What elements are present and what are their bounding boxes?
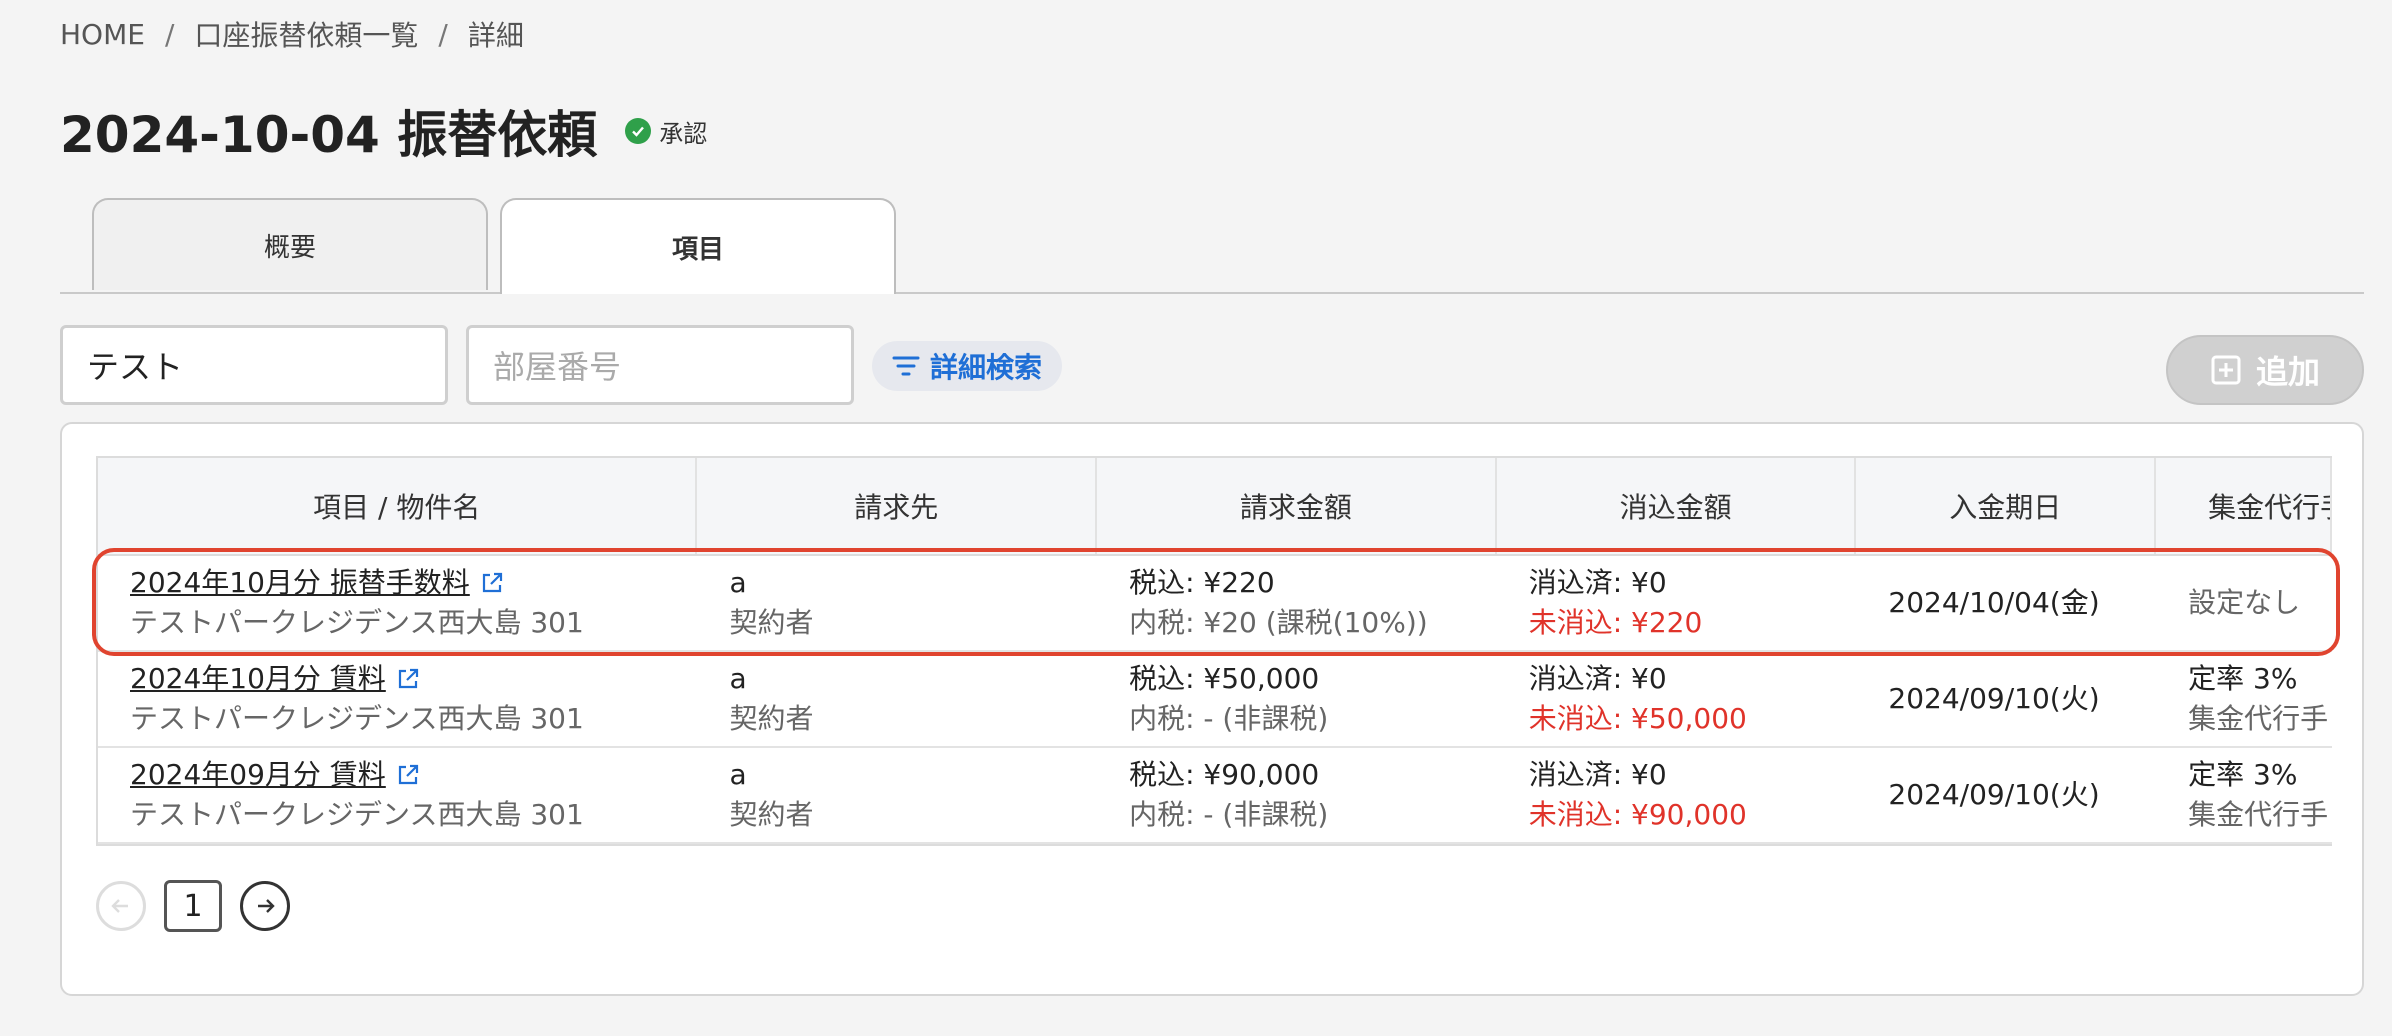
check-circle-icon — [625, 118, 652, 144]
column-header: 入金期日 — [1856, 458, 2157, 554]
arrow-right-icon — [258, 899, 275, 913]
breadcrumb-home[interactable]: HOME — [60, 18, 145, 51]
agency-fee: 定率 3% — [2188, 662, 2298, 695]
breadcrumb-list[interactable]: 口座振替依頼一覧 — [194, 14, 418, 54]
column-header: 請求金額 — [1097, 458, 1497, 554]
external-link-icon[interactable] — [480, 571, 504, 595]
external-link-icon[interactable] — [396, 763, 420, 787]
table-row[interactable]: 2024年09月分 賃料 テストパークレジデンス西大島 301 a 契約者 税込… — [98, 748, 2332, 844]
agency-fee: 設定なし — [2188, 586, 2301, 619]
tax-amount: 内税: - (非課税) — [1129, 798, 1329, 831]
cleared-amount: 消込済: ¥0 — [1528, 662, 1667, 695]
due-date: 2024/10/04(金) — [1888, 586, 2100, 619]
cleared-cell: 消込済: ¥0 未消込: ¥220 — [1497, 556, 1857, 650]
billed-cell: 税込: ¥50,000 内税: - (非課税) — [1097, 652, 1497, 746]
status-label: 承認 — [659, 119, 708, 148]
agency-cell: 定率 3% 集金代行手 — [2156, 652, 2332, 746]
billed-amount: 税込: ¥220 — [1129, 566, 1275, 599]
page-title: 2024-10-04 振替依頼 — [60, 106, 598, 164]
title-row: 2024-10-04 振替依頼 承認 — [60, 95, 707, 167]
item-link[interactable]: 2024年09月分 賃料 — [130, 755, 697, 795]
item-link[interactable]: 2024年10月分 振替手数料 — [130, 563, 697, 603]
status-badge: 承認 — [625, 114, 707, 149]
breadcrumb-separator: / — [438, 17, 448, 51]
detail-search-button[interactable]: 詳細検索 — [872, 341, 1063, 391]
tab-items[interactable]: 項目 — [500, 198, 896, 294]
item-name[interactable]: 2024年10月分 振替手数料 — [130, 563, 470, 603]
agency-fee-sub: 集金代行手 — [2188, 798, 2329, 831]
payer-name: a — [729, 758, 747, 791]
item-link[interactable]: 2024年10月分 賃料 — [130, 659, 697, 699]
agency-fee: 定率 3% — [2188, 758, 2298, 791]
tax-amount: 内税: ¥20 (課税(10%)) — [1129, 606, 1428, 639]
item-cell: 2024年10月分 振替手数料 テストパークレジデンス西大島 301 — [98, 556, 697, 650]
next-page-button[interactable] — [240, 881, 290, 931]
prev-page-button[interactable] — [96, 881, 146, 931]
uncleared-amount: 未消込: ¥220 — [1528, 606, 1703, 639]
items-table: 項目 / 物件名 請求先 請求金額 消込金額 入金期日 集金代行手 2024年1… — [96, 456, 2332, 846]
payer-role: 契約者 — [729, 606, 814, 639]
payer-cell: a 契約者 — [697, 748, 1097, 842]
table-row[interactable]: 2024年10月分 賃料 テストパークレジデンス西大島 301 a 契約者 税込… — [98, 652, 2332, 748]
billed-amount: 税込: ¥90,000 — [1129, 758, 1320, 791]
breadcrumb-current: 詳細 — [467, 19, 524, 52]
uncleared-amount: 未消込: ¥90,000 — [1528, 798, 1747, 831]
add-square-icon — [2211, 355, 2241, 385]
item-name[interactable]: 2024年10月分 賃料 — [130, 659, 386, 699]
breadcrumb: HOME / 口座振替依頼一覧 / 詳細 — [60, 14, 524, 54]
due-date: 2024/09/10(火) — [1888, 778, 2100, 811]
property-name: テストパークレジデンス西大島 301 — [130, 798, 584, 831]
tab-overview[interactable]: 概要 — [92, 198, 488, 290]
billed-cell: 税込: ¥220 内税: ¥20 (課税(10%)) — [1097, 556, 1497, 650]
table-row[interactable]: 2024年10月分 振替手数料 テストパークレジデンス西大島 301 a 契約者… — [98, 556, 2332, 652]
billed-cell: 税込: ¥90,000 内税: - (非課税) — [1097, 748, 1497, 842]
uncleared-amount: 未消込: ¥50,000 — [1528, 702, 1747, 735]
table-header: 項目 / 物件名 請求先 請求金額 消込金額 入金期日 集金代行手 — [98, 458, 2332, 556]
column-header: 項目 / 物件名 — [98, 458, 698, 554]
breadcrumb-separator: / — [164, 17, 175, 51]
cleared-amount: 消込済: ¥0 — [1528, 566, 1667, 599]
cleared-cell: 消込済: ¥0 未消込: ¥90,000 — [1497, 748, 1857, 842]
agency-cell: 設定なし — [2156, 556, 2332, 650]
payer-name: a — [729, 662, 747, 695]
payer-cell: a 契約者 — [697, 556, 1097, 650]
pagination: 1 — [96, 880, 290, 932]
tax-amount: 内税: - (非課税) — [1129, 702, 1329, 735]
cleared-cell: 消込済: ¥0 未消込: ¥50,000 — [1497, 652, 1857, 746]
add-label: 追加 — [2255, 353, 2320, 391]
item-cell: 2024年09月分 賃料 テストパークレジデンス西大島 301 — [98, 748, 697, 842]
payer-role: 契約者 — [729, 798, 814, 831]
search-input[interactable]: テスト — [60, 325, 448, 405]
items-panel: 項目 / 物件名 請求先 請求金額 消込金額 入金期日 集金代行手 2024年1… — [60, 422, 2364, 996]
payer-role: 契約者 — [729, 702, 814, 735]
room-number-input[interactable]: 部屋番号 — [466, 325, 854, 405]
agency-fee-sub: 集金代行手 — [2188, 702, 2329, 735]
add-button[interactable]: 追加 — [2166, 335, 2364, 405]
property-name: テストパークレジデンス西大島 301 — [130, 606, 584, 639]
detail-search-label: 詳細検索 — [930, 351, 1043, 384]
due-date: 2024/09/10(火) — [1888, 682, 2100, 715]
column-header: 消込金額 — [1497, 458, 1857, 554]
filter-icon — [892, 356, 920, 376]
payer-cell: a 契約者 — [697, 652, 1097, 746]
cleared-amount: 消込済: ¥0 — [1528, 758, 1667, 791]
billed-amount: 税込: ¥50,000 — [1129, 662, 1320, 695]
arrow-left-icon — [111, 899, 128, 913]
item-name[interactable]: 2024年09月分 賃料 — [130, 755, 386, 795]
agency-cell: 定率 3% 集金代行手 — [2156, 748, 2332, 842]
column-header: 請求先 — [697, 458, 1098, 554]
payer-name: a — [729, 566, 747, 599]
page-number[interactable]: 1 — [164, 880, 222, 932]
column-header: 集金代行手 — [2156, 458, 2332, 554]
tab-bar: 概要 項目 — [60, 198, 2364, 294]
filter-bar: テスト 部屋番号 詳細検索 追加 — [60, 325, 2364, 407]
item-cell: 2024年10月分 賃料 テストパークレジデンス西大島 301 — [98, 652, 697, 746]
property-name: テストパークレジデンス西大島 301 — [130, 702, 584, 735]
external-link-icon[interactable] — [396, 667, 420, 691]
